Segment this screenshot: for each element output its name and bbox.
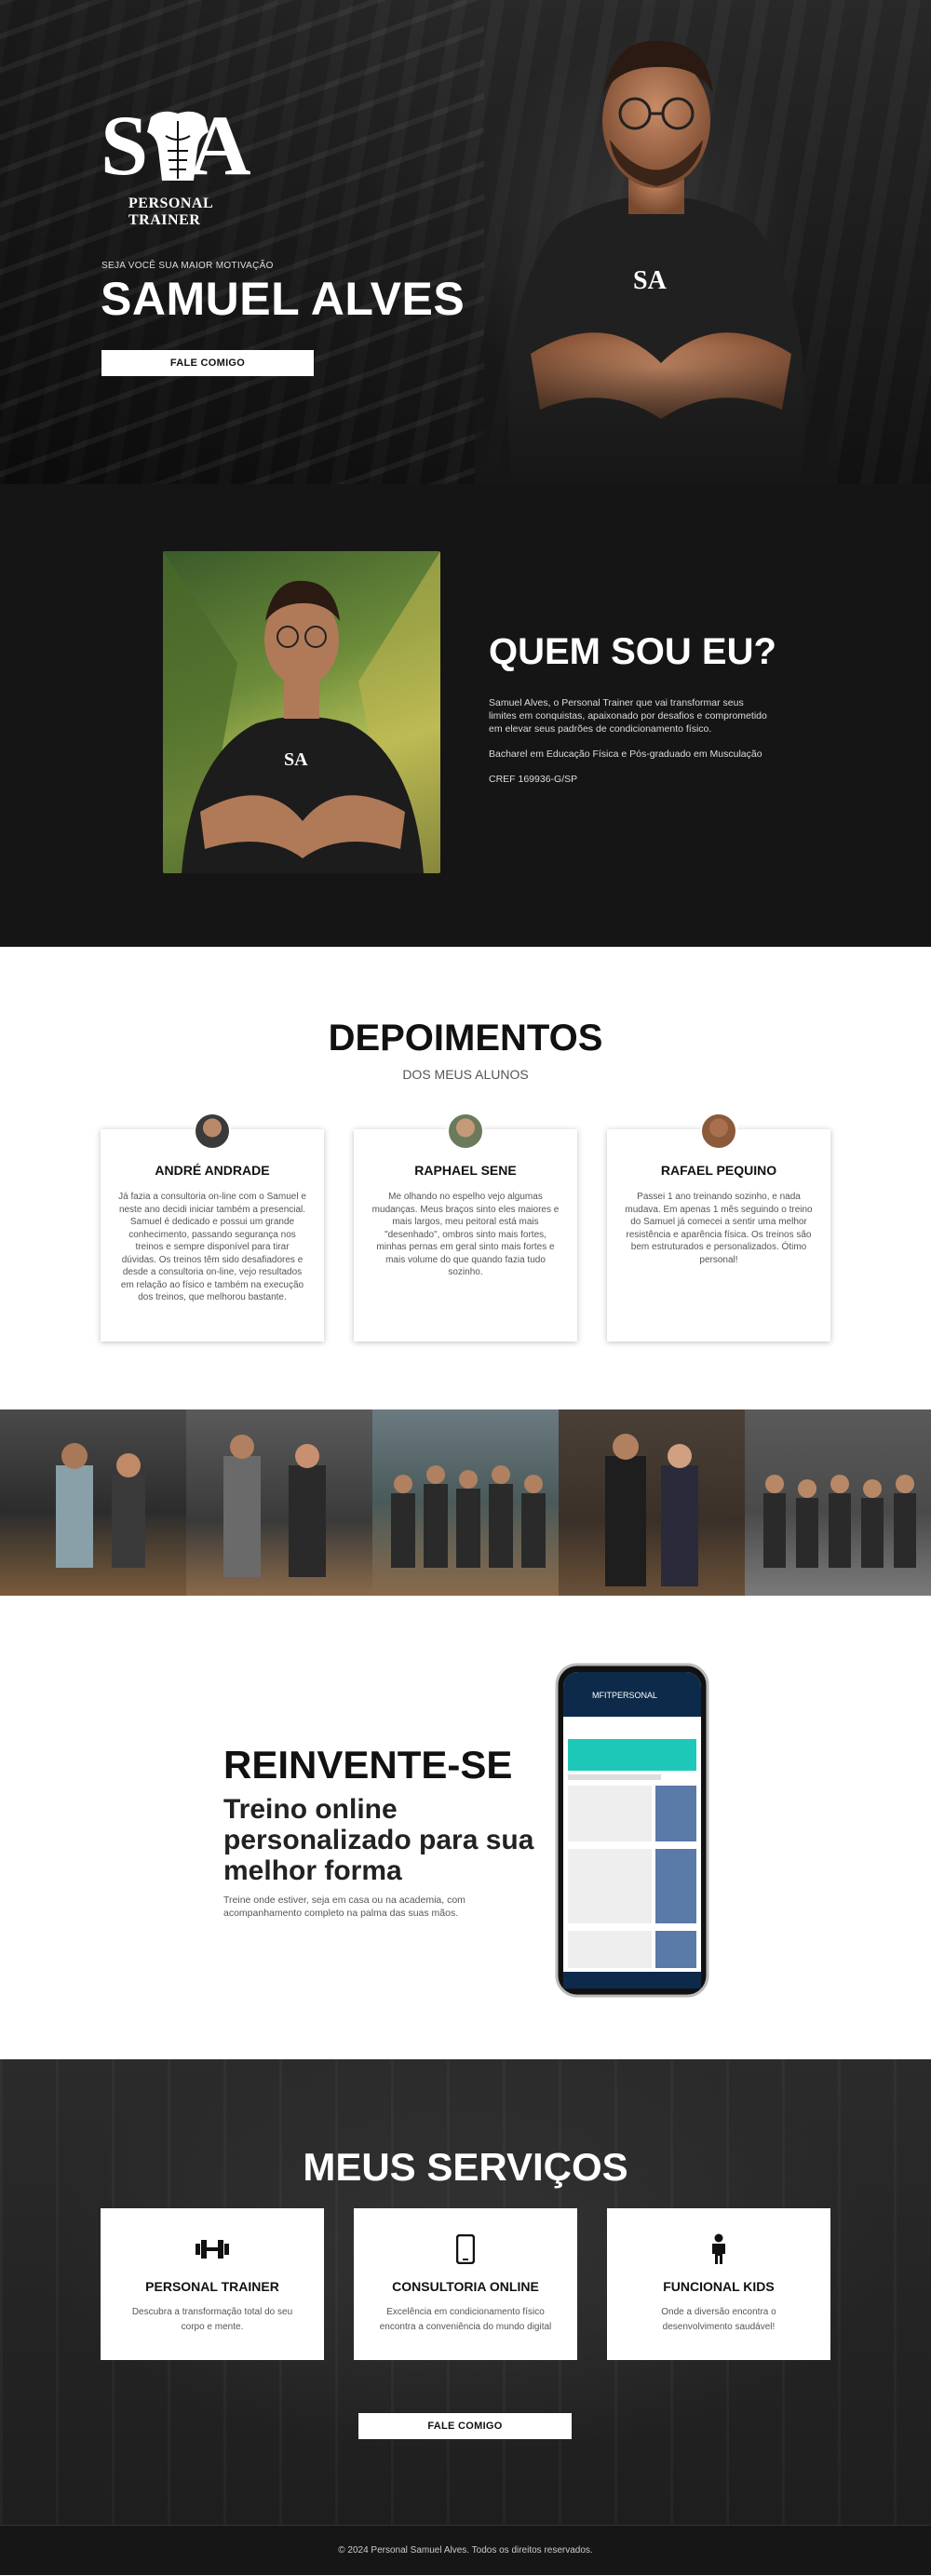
brand-logo[interactable]: SA PERSONAL TRAINER (101, 102, 287, 228)
about-section: SA QUEM SOU EU? Samuel Alves, o Personal… (0, 484, 931, 947)
testimonial-text: Me olhando no espelho vejo algumas mudan… (371, 1192, 560, 1277)
testimonials-subtitle: DOS MEUS ALUNOS (402, 1067, 529, 1082)
service-description: Excelência em condicionamento físico enc… (379, 2307, 552, 2332)
muscle-torso-icon (147, 111, 209, 181)
child-icon (700, 2231, 737, 2268)
app-description: Treine onde estiver, seja em casa ou na … (223, 1895, 466, 1919)
hero-contact-button[interactable]: FALE COMIGO (101, 350, 314, 376)
app-title: REINVENTE-SE (223, 1743, 513, 1787)
about-title: QUEM SOU EU? (489, 631, 776, 672)
photo-gallery (0, 1409, 931, 1596)
gym-background (0, 0, 484, 484)
avatar (194, 1113, 231, 1150)
services-section: MEUS SERVIÇOS PERSONAL TRAINER Descubra … (0, 2059, 931, 2525)
services-title: MEUS SERVIÇOS (303, 2145, 628, 2189)
service-card[interactable]: PERSONAL TRAINER Descubra a transformaçã… (101, 2208, 324, 2360)
hero-tagline: SEJA VOCÊ SUA MAIOR MOTIVAÇÃO (101, 261, 274, 271)
gallery-photo (186, 1409, 372, 1596)
testimonial-name: RAFAEL PEQUINO (660, 1163, 777, 1178)
service-description: Descubra a transformação total do seu co… (131, 2307, 293, 2332)
hero-name: SAMUEL ALVES (101, 273, 466, 325)
testimonials-title: DEPOIMENTOS (328, 1018, 603, 1059)
services-contact-button[interactable]: FALE COMIGO (358, 2413, 572, 2439)
about-photo: SA (163, 551, 440, 873)
gallery-photo (559, 1409, 745, 1596)
service-card[interactable]: CONSULTORIA ONLINE Excelência em condici… (354, 2208, 577, 2360)
about-text: Samuel Alves, o Personal Trainer que vai… (489, 696, 773, 798)
svg-text:SA: SA (284, 749, 308, 770)
about-paragraph: Samuel Alves, o Personal Trainer que vai… (489, 697, 767, 735)
testimonial-text: Já fazia a consultoria on-line com o Sam… (118, 1192, 306, 1302)
testimonial-card: ANDRÉ ANDRADE Já fazia a consultoria on-… (101, 1113, 324, 1342)
dumbbell-icon (194, 2231, 231, 2268)
gallery-photo (0, 1409, 186, 1596)
avatar (700, 1113, 737, 1150)
avatar (447, 1113, 484, 1150)
hero-section: SA PERSONAL TRAINER SEJA VOCÊ SUA MAIOR … (0, 0, 931, 484)
phone-mockup: MFITPERSONAL (555, 1663, 709, 1998)
about-education: Bacharel em Educação Física e Pós-gradua… (489, 749, 762, 760)
copyright-text: © 2024 Personal Samuel Alves. Todos os d… (338, 2545, 593, 2556)
gallery-photo (372, 1409, 559, 1596)
phone-brand: MFITPERSONAL (592, 1691, 657, 1700)
smartphone-icon (447, 2231, 484, 2268)
app-subtitle: Treino online personalizado para sua mel… (223, 1794, 534, 1886)
service-title: PERSONAL TRAINER (145, 2279, 279, 2294)
testimonial-card: RAPHAEL SENE Me olhando no espelho vejo … (354, 1113, 577, 1342)
service-title: FUNCIONAL KIDS (663, 2279, 775, 2294)
testimonial-name: ANDRÉ ANDRADE (155, 1163, 270, 1178)
service-title: CONSULTORIA ONLINE (392, 2279, 539, 2294)
gallery-photo (745, 1409, 931, 1596)
logo-subtitle: PERSONAL TRAINER (128, 196, 213, 228)
service-card[interactable]: FUNCIONAL KIDS Onde a diversão encontra … (607, 2208, 830, 2360)
testimonial-card: RAFAEL PEQUINO Passei 1 ano treinando so… (607, 1113, 830, 1342)
testimonial-name: RAPHAEL SENE (414, 1163, 517, 1178)
service-description: Onde a diversão encontra o desenvolvimen… (661, 2307, 776, 2332)
testimonial-text: Passei 1 ano treinando sozinho, e nada m… (625, 1192, 813, 1265)
trainer-portrait: SA (475, 28, 838, 484)
about-cref: CREF 169936-G/SP (489, 774, 578, 785)
app-section: REINVENTE-SE Treino online personalizado… (0, 1596, 931, 2059)
testimonials-section: DEPOIMENTOS DOS MEUS ALUNOS ANDRÉ ANDRAD… (0, 947, 931, 1409)
footer: © 2024 Personal Samuel Alves. Todos os d… (0, 2525, 931, 2575)
